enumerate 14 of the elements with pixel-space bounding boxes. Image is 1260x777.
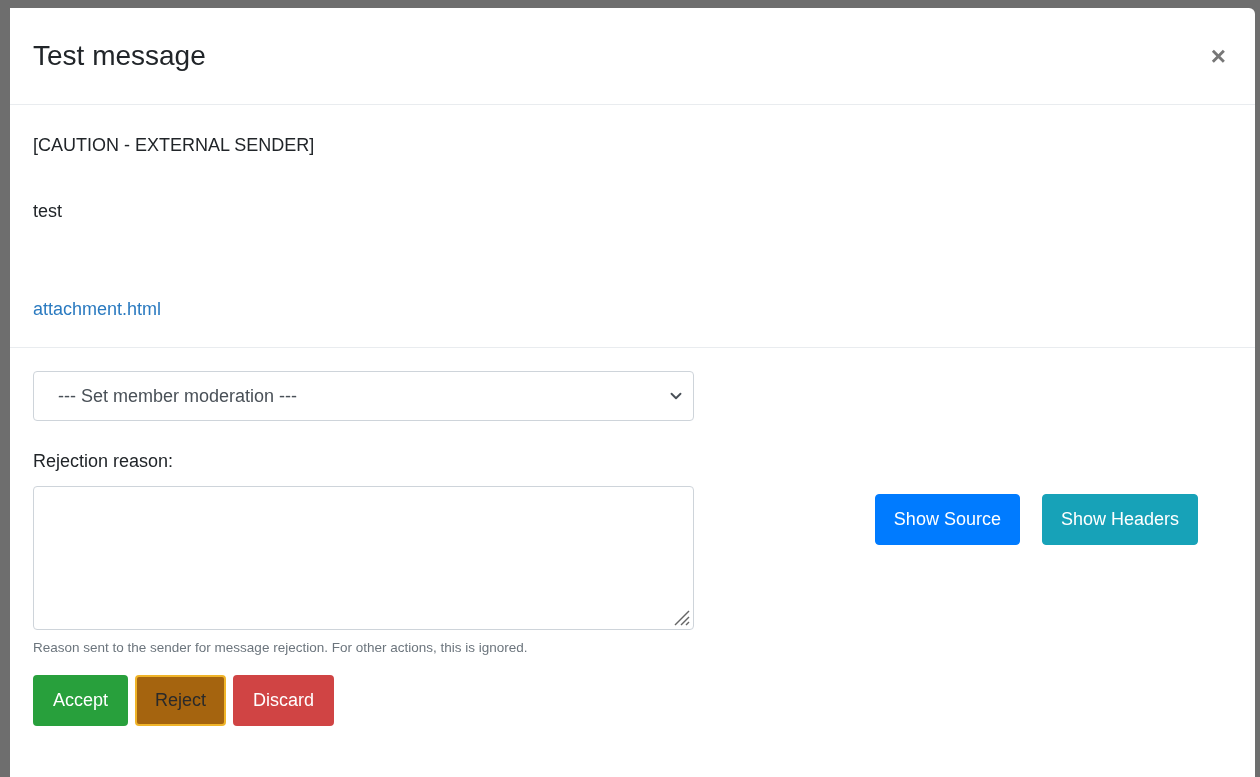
- view-button[interactable]: Show Source: [874, 494, 1020, 546]
- help-text: Reason sent to the sender for message rejection. For other actions, this is ignored.: [33, 639, 529, 657]
- action-button[interactable]: Accept: [33, 675, 129, 727]
- dialog-title: Test message: [33, 39, 206, 73]
- attachment-link[interactable]: attachment.html: [33, 297, 162, 321]
- moderation-select[interactable]: --- Set member moderation ---: [33, 371, 694, 421]
- action-button[interactable]: Discard: [233, 675, 335, 727]
- view-button[interactable]: Show Headers: [1041, 494, 1198, 546]
- message-text: test: [33, 200, 63, 223]
- message-text: [CAUTION - EXTERNAL SENDER]: [33, 134, 316, 157]
- close-button[interactable]: ×: [1210, 43, 1232, 69]
- action-button[interactable]: Reject: [135, 675, 227, 727]
- rejection-field[interactable]: [33, 486, 694, 630]
- rejection-label: Rejection reason:: [33, 450, 175, 473]
